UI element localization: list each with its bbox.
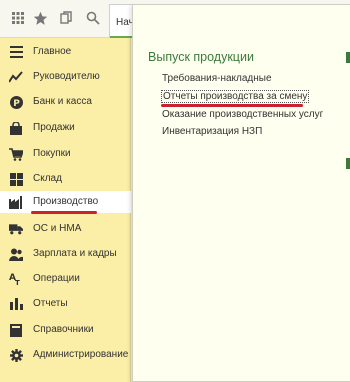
- svg-text:P: P: [13, 99, 20, 109]
- chart-line-icon: [9, 70, 23, 84]
- link-requisition-invoices[interactable]: Требования-накладные: [162, 73, 272, 84]
- shopping-bag-icon: [9, 121, 23, 135]
- sidebar-item-label: Зарплата и кадры: [33, 248, 117, 259]
- factory-icon: [9, 195, 23, 209]
- sidebar-item-salary[interactable]: Зарплата и кадры: [0, 243, 131, 265]
- link-wip-inventory[interactable]: Инвентаризация НЗП: [162, 126, 262, 137]
- sidebar-item-bank[interactable]: P Банк и касса: [0, 91, 131, 113]
- link-production-services[interactable]: Оказание производственных услуг: [162, 109, 323, 120]
- bar-chart-icon: [9, 297, 23, 311]
- truck-icon: [9, 222, 23, 236]
- report-highlight-underline: [161, 104, 303, 107]
- sidebar-item-label: Операции: [33, 273, 80, 284]
- star-icon[interactable]: [28, 6, 52, 30]
- svg-text:T: T: [15, 279, 20, 286]
- link-shift-production-reports[interactable]: Отчеты производства за смену: [161, 90, 310, 103]
- sidebar-item-label: Склад: [33, 173, 62, 184]
- sidebar-item-production[interactable]: Производство: [0, 191, 131, 213]
- menu-lines-icon: [9, 45, 23, 59]
- ruble-coin-icon: P: [9, 95, 23, 109]
- history-icon[interactable]: [54, 6, 78, 30]
- gear-icon: [9, 348, 23, 362]
- production-highlight-underline: [31, 211, 97, 214]
- sidebar-item-purchases[interactable]: Покупки: [0, 143, 131, 165]
- sidebar-item-catalogs[interactable]: Справочники: [0, 319, 131, 341]
- sidebar-item-label: Руководителю: [33, 71, 100, 82]
- book-icon: [9, 323, 23, 337]
- search-icon[interactable]: [81, 6, 105, 30]
- shopping-cart-icon: [9, 147, 23, 161]
- sidebar-item-label: Банк и касса: [33, 96, 92, 107]
- section-title: Выпуск продукции: [148, 50, 254, 64]
- sidebar-item-reports[interactable]: Отчеты: [0, 293, 131, 315]
- next-column-marker: [346, 158, 350, 169]
- sidebar-item-label: Отчеты: [33, 298, 68, 309]
- apps-grid-icon[interactable]: [6, 6, 30, 30]
- sidebar-item-fixed-assets[interactable]: ОС и НМА: [0, 218, 131, 240]
- sidebar-item-administration[interactable]: Администрирование: [0, 344, 131, 366]
- sidebar-item-label: Администрирование: [33, 349, 129, 360]
- sidebar-item-label: Справочники: [33, 324, 94, 335]
- sidebar-item-label: Продажи: [33, 122, 75, 133]
- operations-icon: AT: [9, 272, 23, 286]
- sidebar-item-operations[interactable]: AT Операции: [0, 268, 131, 290]
- next-column-marker: [346, 52, 350, 63]
- sidebar-item-label: Производство: [33, 196, 99, 207]
- sidebar-item-label: ОС и НМА: [33, 223, 82, 234]
- sidebar-item-label: Покупки: [33, 148, 71, 159]
- people-icon: [9, 247, 23, 261]
- sidebar-item-label: Главное: [33, 46, 72, 57]
- warehouse-grid-icon: [9, 172, 23, 186]
- sidebar-item-main[interactable]: Главное: [0, 41, 131, 63]
- sidebar-item-warehouse[interactable]: Склад: [0, 168, 131, 190]
- sections-sidebar: Главное Руководителю P Банк и касса Прод…: [0, 38, 131, 382]
- sidebar-item-sales[interactable]: Продажи: [0, 117, 131, 139]
- sidebar-item-manager[interactable]: Руководителю: [0, 66, 131, 88]
